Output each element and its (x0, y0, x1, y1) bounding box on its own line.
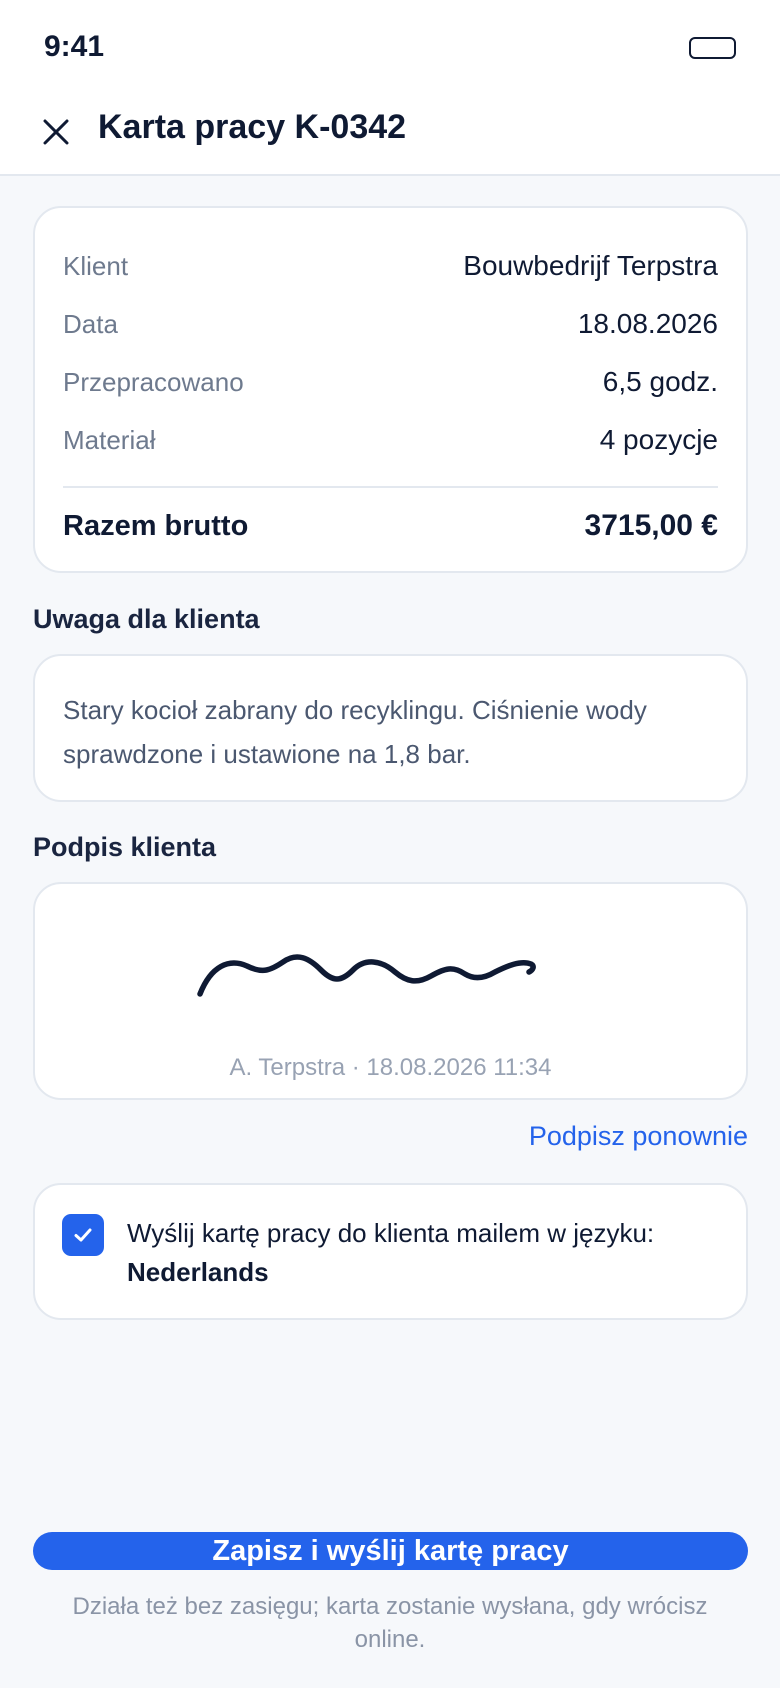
battery-icon (689, 37, 736, 59)
save-and-send-button[interactable]: Zapisz i wyślij kartę pracy (33, 1532, 748, 1570)
row-value: 4 pozycje (599, 424, 718, 455)
row-label: Przepracowano (63, 366, 244, 397)
email-checkbox[interactable] (62, 1214, 104, 1256)
summary-card: Klient Bouwbedrijf Terpstra Data 18.08.2… (33, 206, 748, 573)
divider (63, 486, 718, 488)
row-value: Bouwbedrijf Terpstra (463, 250, 718, 281)
row-label: Klient (63, 250, 129, 281)
status-time: 9:41 (44, 30, 105, 63)
total-label: Razem brutto (63, 509, 249, 542)
status-bar: 9:41 (0, 0, 780, 96)
note-card: Stary kocioł zabrany do recyklingu. Ciśn… (33, 654, 748, 802)
close-icon (43, 119, 69, 145)
row-value: 6,5 godz. (602, 366, 718, 397)
row-value: 18.08.2026 (577, 308, 718, 339)
total-value: 3715,00 € (584, 509, 718, 542)
signature-caption: A. Terpstra · 18.08.2026 11:34 (229, 1054, 552, 1081)
summary-row-client: Klient Bouwbedrijf Terpstra (63, 246, 718, 286)
page-title: Karta pracy K-0342 (98, 108, 407, 146)
app-bar: Karta pracy K-0342 (0, 96, 780, 176)
email-option-card[interactable]: Wyślij kartę pracy do klienta mailem w j… (33, 1183, 748, 1320)
email-option-label: Wyślij kartę pracy do klienta mailem w j… (127, 1218, 655, 1248)
close-button[interactable] (32, 108, 80, 156)
summary-row-material: Materiał 4 pozycje (63, 420, 718, 460)
email-language: Nederlands (127, 1257, 269, 1287)
summary-row-date: Data 18.08.2026 (63, 304, 718, 344)
offline-footnote: Działa też bez zasięgu; karta zostanie w… (72, 1593, 708, 1653)
summary-row-hours: Przepracowano 6,5 godz. (63, 362, 718, 402)
checkmark-icon (74, 1228, 92, 1242)
signature-pad[interactable]: A. Terpstra · 18.08.2026 11:34 (33, 882, 748, 1100)
signature-drawing (197, 954, 536, 997)
row-label: Materiał (63, 424, 156, 455)
note-heading: Uwaga dla klienta (33, 604, 260, 634)
summary-total-row: Razem brutto 3715,00 € (63, 506, 718, 546)
email-option-text: Wyślij kartę pracy do klienta mailem w j… (127, 1214, 726, 1292)
resign-link[interactable]: Podpisz ponownie (529, 1121, 748, 1152)
signature-heading: Podpis klienta (33, 832, 217, 862)
note-text: Stary kocioł zabrany do recyklingu. Ciśn… (63, 695, 647, 769)
row-label: Data (63, 308, 118, 339)
